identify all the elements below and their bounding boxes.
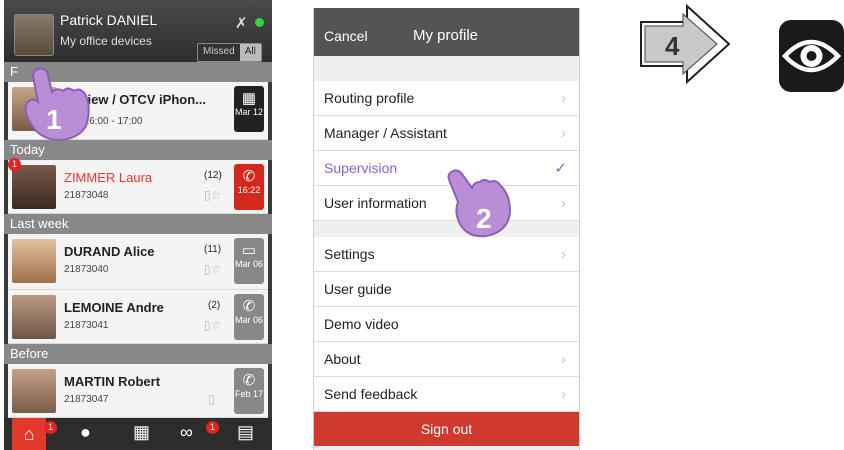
desk-phone-icon: ▯ [208,392,215,406]
checkmark-icon: ✓ [554,160,567,177]
menu-item-label: Supervision [324,160,398,176]
list-item-title: MARTIN Robert [64,374,161,389]
chevron-right-icon: › [561,351,566,368]
profile-header: Cancel My profile [314,8,579,56]
menu-item-label: Send feedback [324,386,418,402]
home-tab-icon[interactable]: ⌂ [12,418,46,450]
contact-photo [12,239,56,283]
call-count: (12) [204,170,222,181]
list-item[interactable]: DURAND Alice 21873040 (11) ▯☆ ▭ Mar 06 [8,234,268,290]
list-item-subtitle: 21873047 [64,394,109,405]
call-filter-toggle[interactable]: Missed All [197,43,262,62]
call-back-tile[interactable]: ✆ Feb 17 [234,368,264,414]
list-item-subtitle: 21873040 [64,264,109,275]
chevron-right-icon: › [561,246,566,263]
chevron-right-icon: › [561,125,566,142]
chat-icon: ▭ [241,242,257,259]
phone-screen-home: Patrick DANIEL My office devices ✗ Misse… [4,0,272,450]
sign-out-button[interactable]: Sign out [314,412,579,446]
step-2-number: 2 [476,203,492,234]
call-back-tile[interactable]: ✆ 16:22 [234,164,264,210]
section-header: Before [4,344,272,364]
user-avatar[interactable] [14,14,54,56]
calendar-tab-icon[interactable]: ▤ [237,422,254,443]
presence-status-icon [255,18,264,27]
dialpad-tab-icon[interactable]: ▦ [133,422,150,443]
list-item-title: ZIMMER Laura [64,170,153,185]
list-item-title: DURAND Alice [64,244,155,259]
menu-item-settings[interactable]: Settings › [314,237,579,272]
menu-item-demo-video[interactable]: Demo video [314,307,579,342]
menu-item-user-guide[interactable]: User guide [314,272,579,307]
call-count: (2) [208,300,221,311]
menu-item-label: Settings [324,246,375,262]
favorite-star-icon[interactable]: ▯☆ [204,188,221,202]
phone-icon: ✆ [242,298,256,315]
chevron-right-icon: › [561,195,566,212]
menu-item-send-feedback[interactable]: Send feedback › [314,377,579,412]
section-header: Last week [4,214,272,234]
phone-screen-my-profile: Cancel My profile Routing profile › Mana… [313,8,580,450]
home-tab-badge: 1 [44,421,57,434]
device-label: My office devices [60,34,152,48]
menu-item-routing-profile[interactable]: Routing profile › [314,81,579,116]
menu-item-label: Demo video [324,316,399,332]
step-4-arrow-icon: 4 [640,4,731,84]
voicemail-tab-badge: 1 [206,421,219,434]
menu-item-label: User guide [324,281,392,297]
phone-icon: ✆ [242,168,256,185]
list-item[interactable]: LEMOINE Andre 21873041 (2) ▯☆ ✆ Mar 06 [8,290,268,344]
list-item[interactable]: MARTIN Robert 21873047 ▯ ✆ Feb 17 [8,364,268,418]
page-title: My profile [413,27,479,44]
eye-icon [779,20,844,92]
contact-photo [12,165,56,209]
voicemail-tab-icon[interactable]: ∞ [180,422,193,443]
phone-icon: ✆ [242,372,256,389]
pointer-hand-step-1-icon: 1 [24,67,90,142]
list-item-title: LEMOINE Andre [64,300,164,315]
list-item[interactable]: 1 ZIMMER Laura 21873048 (12) ▯☆ ✆ 16:22 [8,158,268,214]
favorite-star-icon[interactable]: ▯☆ [204,318,221,332]
step-4-number: 4 [665,31,680,61]
filter-missed-button[interactable]: Missed [198,44,240,61]
mute-icon[interactable]: ✗ [235,14,248,32]
menu-item-manager-assistant[interactable]: Manager / Assistant › [314,116,579,151]
menu-item-label: Routing profile [324,90,415,106]
home-header: Patrick DANIEL My office devices ✗ Misse… [4,0,272,62]
contacts-tab-icon[interactable]: ● [80,422,91,443]
menu-item-label: About [324,351,361,367]
unread-badge: 1 [8,158,21,171]
step-1-number: 1 [46,104,62,135]
bottom-tab-bar: ⌂ 1 ● ▦ ∞ 1 ▤ [4,418,272,450]
menu-item-label: User information [324,195,427,211]
chevron-right-icon: › [561,90,566,107]
filter-all-button[interactable]: All [239,44,261,61]
pointer-hand-step-2-icon: 2 [447,169,512,238]
message-tile[interactable]: ▭ Mar 06 [234,238,264,284]
list-item-subtitle: 21873041 [64,320,109,331]
menu-item-label: Manager / Assistant [324,125,447,141]
favorite-star-icon[interactable]: ▯☆ [204,262,221,276]
call-back-tile[interactable]: ✆ Mar 06 [234,294,264,340]
calendar-icon: ▦ [241,90,257,107]
contact-photo [12,295,56,339]
contact-photo [12,369,56,413]
list-item-subtitle: 21873048 [64,190,109,201]
call-count: (11) [204,244,222,255]
user-name: Patrick DANIEL [60,12,158,28]
chevron-right-icon: › [561,386,566,403]
cancel-button[interactable]: Cancel [324,28,368,44]
menu-item-about[interactable]: About › [314,342,579,377]
meeting-date-tile[interactable]: ▦ Mar 12 [234,86,264,132]
